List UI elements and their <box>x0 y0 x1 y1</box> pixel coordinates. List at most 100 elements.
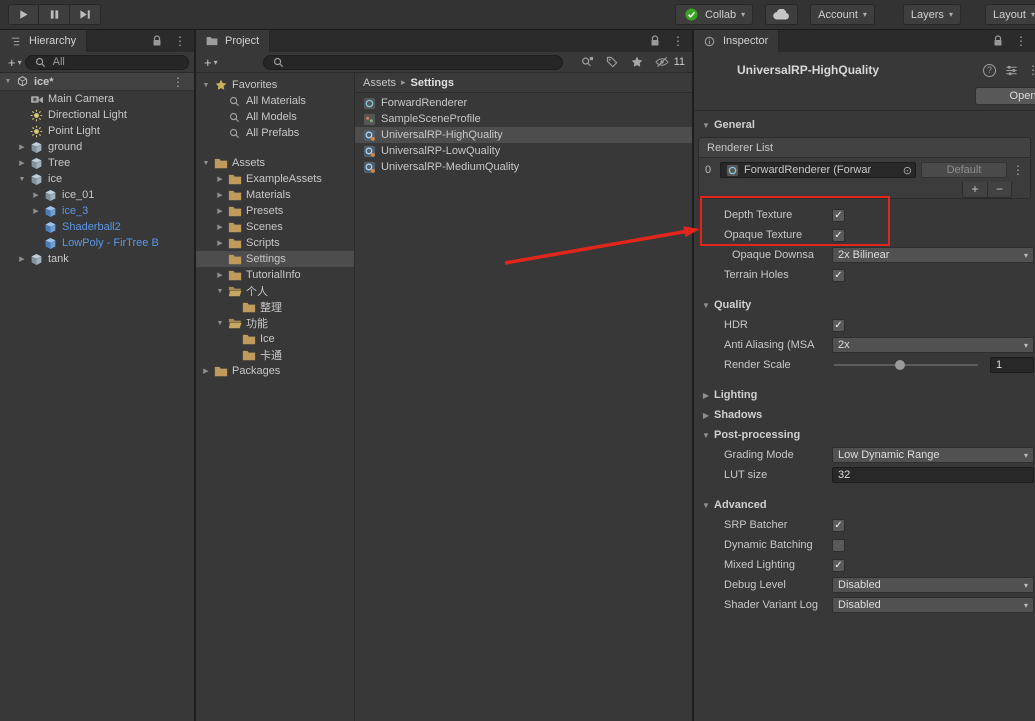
expand-arrow-icon[interactable]: ▶ <box>214 175 226 183</box>
folder-materials[interactable]: ▶Materials <box>196 187 354 203</box>
renderer-object-field[interactable]: ForwardRenderer (Forwar⊙ <box>720 162 916 178</box>
lock-icon[interactable] <box>148 34 165 48</box>
hidden-count-button[interactable]: 11 <box>654 55 685 69</box>
hierarchy-item-lowpoly-firtree-b[interactable]: LowPoly - FirTree B <box>0 235 194 251</box>
mixed-lighting-checkbox[interactable]: ✓ <box>832 559 845 572</box>
hierarchy-item-shaderball2[interactable]: Shaderball2 <box>0 219 194 235</box>
expand-arrow-icon[interactable]: ▶ <box>30 191 42 199</box>
asset-samplesceneprofile[interactable]: SampleSceneProfile <box>355 111 692 127</box>
create-menu-button[interactable]: + ▾ <box>5 55 25 70</box>
kebab-menu-icon[interactable]: ⋮ <box>672 35 684 47</box>
dynamic-batching-checkbox[interactable] <box>832 539 845 552</box>
search-by-label-icon[interactable] <box>604 55 621 69</box>
scene-kebab-icon[interactable]: ⋮ <box>172 75 194 89</box>
hdr-checkbox[interactable]: ✓ <box>832 319 845 332</box>
lock-icon[interactable] <box>989 34 1006 48</box>
object-picker-icon[interactable]: ⊙ <box>903 164 912 177</box>
expand-arrow-icon[interactable]: ▶ <box>214 239 226 247</box>
folder-exampleassets[interactable]: ▶ExampleAssets <box>196 171 354 187</box>
kebab-menu-icon[interactable]: ⋮ <box>174 35 186 47</box>
expand-arrow-icon[interactable]: ▶ <box>214 207 226 215</box>
folder-assets[interactable]: ▼Assets <box>196 155 354 171</box>
collapse-arrow-icon[interactable]: ▼ <box>214 320 226 327</box>
section-header-advanced[interactable]: ▼Advanced <box>694 495 1035 515</box>
folder-presets[interactable]: ▶Presets <box>196 203 354 219</box>
folder-tutorialinfo[interactable]: ▶TutorialInfo <box>196 267 354 283</box>
collab-dropdown[interactable]: Collab ▾ <box>675 4 753 25</box>
help-icon[interactable]: ? <box>983 64 996 77</box>
play-button[interactable] <box>8 4 39 25</box>
pause-button[interactable] <box>39 4 70 25</box>
asset-universalrp-mediumquality[interactable]: UniversalRP-MediumQuality <box>355 159 692 175</box>
expand-arrow-icon[interactable]: ▶ <box>214 271 226 279</box>
folder-item[interactable]: 整理 <box>196 299 354 315</box>
terrain-holes-checkbox[interactable]: ✓ <box>832 269 845 282</box>
hierarchy-search-input[interactable]: All <box>25 55 189 70</box>
section-header-shadows[interactable]: ▶Shadows <box>694 405 1035 425</box>
folder-ice[interactable]: Ice <box>196 331 354 347</box>
collapse-arrow-icon[interactable]: ▼ <box>700 501 712 510</box>
expand-arrow-icon[interactable]: ▶ <box>16 159 28 167</box>
breadcrumb-assets[interactable]: Assets <box>363 77 396 89</box>
collapse-arrow-icon[interactable]: ▼ <box>700 121 712 130</box>
expand-arrow-icon[interactable]: ▶ <box>16 143 28 151</box>
folder-all-models[interactable]: All Models <box>196 109 354 125</box>
section-header-quality[interactable]: ▼Quality <box>694 295 1035 315</box>
folder-item[interactable]: 卡通 <box>196 347 354 363</box>
srp-batcher-checkbox[interactable]: ✓ <box>832 519 845 532</box>
account-dropdown[interactable]: Account ▾ <box>810 4 875 25</box>
section-header-post-processing[interactable]: ▼Post-processing <box>694 425 1035 445</box>
hierarchy-item-main-camera[interactable]: Main Camera <box>0 91 194 107</box>
folder-scenes[interactable]: ▶Scenes <box>196 219 354 235</box>
collapse-arrow-icon[interactable]: ▼ <box>200 160 212 167</box>
expand-arrow-icon[interactable]: ▶ <box>214 191 226 199</box>
layers-dropdown[interactable]: Layers ▾ <box>903 4 961 25</box>
expand-arrow-icon[interactable]: ▶ <box>200 367 212 375</box>
depth-texture-checkbox[interactable]: ✓ <box>832 209 845 222</box>
add-renderer-button[interactable]: + <box>963 182 987 197</box>
open-button[interactable]: Open <box>975 87 1035 105</box>
expand-arrow-icon[interactable]: ▶ <box>700 391 712 400</box>
hierarchy-item-directional-light[interactable]: Directional Light <box>0 107 194 123</box>
folder-settings[interactable]: Settings <box>196 251 354 267</box>
breadcrumb-settings[interactable]: Settings <box>411 77 454 89</box>
create-asset-button[interactable]: + ▾ <box>201 55 221 70</box>
expand-arrow-icon[interactable]: ▶ <box>16 255 28 263</box>
kebab-menu-icon[interactable]: ⋮ <box>1015 35 1027 47</box>
section-header-lighting[interactable]: ▶Lighting <box>694 385 1035 405</box>
kebab-menu-icon[interactable]: ⋮ <box>1027 64 1035 76</box>
folder-packages[interactable]: ▶Packages <box>196 363 354 379</box>
presets-icon[interactable] <box>1003 63 1020 77</box>
lut-size-field[interactable]: 32 <box>832 467 1034 483</box>
grading-mode-dropdown[interactable]: Low Dynamic Range▾ <box>832 447 1034 463</box>
hierarchy-item-ice-3[interactable]: ▶ice_3 <box>0 203 194 219</box>
folder-all-materials[interactable]: All Materials <box>196 93 354 109</box>
collapse-arrow-icon[interactable]: ▼ <box>214 288 226 295</box>
folder-favorites[interactable]: ▼Favorites <box>196 77 354 93</box>
collapse-arrow-icon[interactable]: ▼ <box>200 82 212 89</box>
section-header-general[interactable]: ▼General <box>694 115 1035 135</box>
asset-universalrp-highquality[interactable]: UniversalRP-HighQuality <box>355 127 692 143</box>
slider-knob[interactable] <box>895 360 905 370</box>
step-button[interactable] <box>70 4 101 25</box>
opaque-downsa-dropdown[interactable]: 2x Bilinear▾ <box>832 247 1034 263</box>
lock-icon[interactable] <box>646 34 663 48</box>
cloud-button[interactable] <box>765 4 798 25</box>
debug-level-dropdown[interactable]: Disabled▾ <box>832 577 1034 593</box>
asset-universalrp-lowquality[interactable]: UniversalRP-LowQuality <box>355 143 692 159</box>
render-scale-value-field[interactable]: 1 <box>990 357 1034 373</box>
asset-forwardrenderer[interactable]: ForwardRenderer <box>355 95 692 111</box>
renderer-kebab-icon[interactable]: ⋮ <box>1012 164 1024 176</box>
folder-item[interactable]: ▼个人 <box>196 283 354 299</box>
hierarchy-item-ground[interactable]: ▶ground <box>0 139 194 155</box>
folder-scripts[interactable]: ▶Scripts <box>196 235 354 251</box>
favorites-filter-icon[interactable] <box>629 55 646 69</box>
collapse-arrow-icon[interactable]: ▼ <box>700 301 712 310</box>
collapse-arrow-icon[interactable]: ▼ <box>700 431 712 440</box>
project-search-input[interactable] <box>263 55 563 70</box>
folder-item[interactable]: ▼功能 <box>196 315 354 331</box>
collapse-arrow-icon[interactable]: ▼ <box>2 78 14 85</box>
tab-inspector[interactable]: Inspector <box>694 30 779 52</box>
folder-all-prefabs[interactable]: All Prefabs <box>196 125 354 141</box>
expand-arrow-icon[interactable]: ▶ <box>214 223 226 231</box>
